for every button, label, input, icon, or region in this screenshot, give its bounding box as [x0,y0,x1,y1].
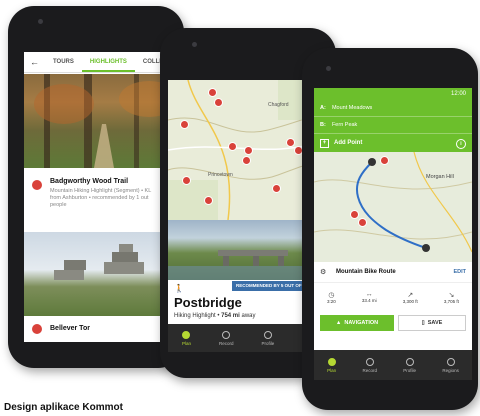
navigation-arrow-icon: ▲ [335,320,342,326]
map-pin[interactable] [358,218,367,227]
route-map-terrain [314,152,472,253]
nav-label: Plan [327,367,337,373]
nav-label: Plan [181,340,191,346]
place-subtitle: Hiking Highlight • 754 mi away [174,313,256,319]
map-pin[interactable] [204,196,213,205]
map-label-chagford: Chagford [268,102,289,108]
back-arrow-icon[interactable]: ← [24,57,45,67]
save-label: SAVE [427,320,443,326]
stat-ascent: ↗ 3,300 ft [403,291,418,304]
bookmark-icon: ▯ [421,320,425,326]
stat-value: 33.4 mi [361,298,377,303]
stat-value: 3:20 [327,298,336,304]
map-pin[interactable] [244,146,253,155]
waypoint-row-a[interactable]: A: Mount Meadows [314,100,472,117]
bike-icon: ⚙ [320,269,327,276]
plus-icon: + [320,139,329,148]
phone-right-screen: 12:00 A: Mount Meadows B: Fern Peak + Ad… [314,88,472,380]
nav-profile[interactable]: Profile [403,357,417,373]
stat-value: 3,300 ft [402,298,418,304]
map-pin[interactable] [272,184,281,193]
map-pin[interactable] [228,142,237,151]
map-pin[interactable] [208,88,217,97]
add-point-label: Add Point [334,140,363,146]
waypoint-marker: B: [320,122,326,128]
map-pin[interactable] [180,120,189,129]
profile-icon [263,330,272,339]
clock-icon: ◷ [328,291,335,299]
nav-plan[interactable]: Plan [327,357,337,373]
place-distance-suffix: away [239,313,256,319]
distance-icon: ↔ [365,291,373,298]
highlight-marker-icon [32,180,42,190]
nav-label: Regions [442,367,459,373]
bottom-nav: Plan Record Profile Regions [314,350,472,380]
add-point-row[interactable]: + Add Point i [314,134,472,152]
phone-right: 12:00 A: Mount Meadows B: Fern Peak + Ad… [302,48,478,410]
card-title: Bellever Tor [50,325,90,332]
waypoint-panel: A: Mount Meadows B: Fern Peak + Add Poin… [314,100,472,152]
route-stats: ◷ 3:20 ↔ 33.4 mi ↗ 3,300 ft ↘ 3,705 ft [314,284,472,310]
record-icon [222,330,231,339]
nav-label: Record [362,367,377,373]
record-icon [365,357,374,366]
nav-record[interactable]: Record [362,357,377,373]
status-time: 12:00 [450,91,466,97]
tab-highlights[interactable]: HIGHLIGHTS [81,52,135,72]
waypoint-marker: A: [320,105,326,111]
nav-plan[interactable]: Plan [181,330,191,346]
nav-label: Profile [403,367,417,373]
map-label-morgan-hill: Morgan Hill [426,174,454,180]
map-pin[interactable] [350,210,359,219]
phone-left: ← TOURS HIGHLIGHTS COLLECT Badgworthy Wo… [8,6,184,368]
route-map[interactable]: Morgan Hill [314,152,472,262]
stat-value: 3,705 ft [443,298,459,304]
nav-regions[interactable]: Regions [442,357,459,373]
map-pin[interactable] [182,176,191,185]
camera-dot [38,19,43,24]
place-distance: 754 mi [221,313,240,319]
hiker-icon: 🚶 [174,284,184,293]
edit-link[interactable]: EDIT [453,269,466,275]
nav-profile[interactable]: Profile [261,330,275,346]
stat-distance: ↔ 33.4 mi [362,291,377,303]
tab-tours[interactable]: TOURS [45,52,82,72]
highlight-marker-icon [32,324,42,334]
camera-dot [192,42,197,47]
nav-label: Profile [261,340,275,346]
navigation-label: NAVIGATION [344,320,379,326]
nav-record[interactable]: Record [218,330,234,346]
map-pin[interactable] [242,156,251,165]
map-pin[interactable] [286,138,295,147]
stat-descent: ↘ 3,705 ft [444,291,459,304]
plan-icon [182,330,191,339]
place-title: Postbridge [174,295,242,310]
save-button[interactable]: ▯ SAVE [398,315,466,331]
nav-label: Record [218,340,234,346]
map-label-princetown: Princetown [208,172,233,178]
waypoint-label: Fern Peak [331,122,358,128]
status-bar: 12:00 [314,88,472,100]
stat-duration: ◷ 3:20 [327,291,336,304]
navigation-button[interactable]: ▲ NAVIGATION [320,315,394,331]
profile-icon [405,357,414,366]
map-pin[interactable] [380,156,389,165]
map-pin[interactable] [214,98,223,107]
waypoint-row-b[interactable]: B: Fern Peak [314,117,472,134]
info-icon[interactable]: i [456,139,466,149]
image-caption: Design aplikace Kommot [4,402,123,413]
route-header: ⚙ Mountain Bike Route EDIT [314,264,472,283]
globe-icon [446,357,455,366]
camera-dot [326,66,331,71]
plan-icon [327,357,336,366]
place-type: Hiking Highlight • [174,313,222,319]
ascent-icon: ↗ [407,291,414,299]
waypoint-label: Mount Meadows [331,105,373,111]
route-name: Mountain Bike Route [336,269,396,275]
descent-icon: ↘ [448,291,455,299]
